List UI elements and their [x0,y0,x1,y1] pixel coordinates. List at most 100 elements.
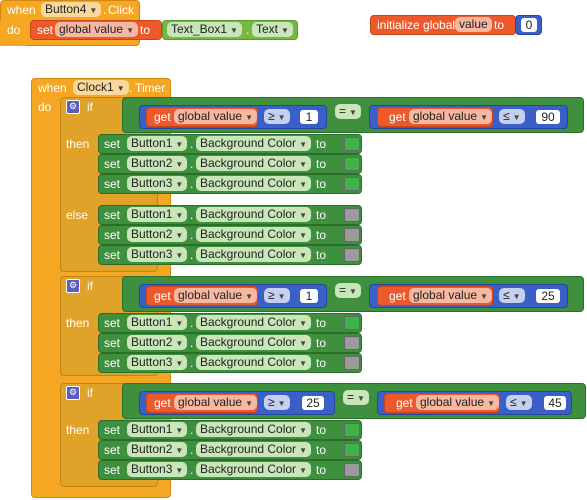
variable-name: global value [420,395,485,409]
gray-color-swatch[interactable] [344,228,360,242]
to-keyword: to [316,208,327,222]
mutator-gear-icon[interactable]: ⚙ [66,100,80,114]
number-field[interactable]: 45 [544,396,566,410]
background-color-dropdown[interactable]: Background Color ▼ [196,462,311,477]
init-number-field[interactable]: 0 [521,18,537,32]
global-var-dropdown[interactable]: global value ▼ [55,22,138,37]
le-operator-dropdown[interactable]: ≤ ▼ [506,395,532,410]
background-color-dropdown[interactable]: Background Color ▼ [196,156,311,171]
button3-dropdown[interactable]: Button3 ▼ [127,247,188,262]
dot: . [190,316,194,330]
gray-color-swatch[interactable] [344,208,360,222]
ge-operator-dropdown[interactable]: ≥ ▼ [264,395,290,410]
gray-color-swatch[interactable] [344,248,360,262]
button3-dropdown[interactable]: Button3 ▼ [127,176,188,191]
property-name: Background Color [200,247,297,261]
button2-dropdown[interactable]: Button2 ▼ [127,335,188,350]
get-keyword: get [154,289,171,303]
button1-dropdown[interactable]: Button1 ▼ [127,136,188,151]
background-color-dropdown[interactable]: Background Color ▼ [196,247,311,262]
background-color-dropdown[interactable]: Background Color ▼ [196,227,311,242]
global-var-dropdown[interactable]: global value ▼ [409,109,492,124]
to-keyword: to [316,177,327,191]
gray-color-swatch[interactable] [344,463,360,477]
number-field[interactable]: 25 [536,289,560,303]
dropdown-arrow-icon: ▼ [299,211,307,220]
green-color-swatch[interactable] [344,316,360,330]
green-color-swatch[interactable] [344,157,360,171]
ge-operator-dropdown[interactable]: ≥ ▼ [264,109,290,124]
set-keyword: set [104,228,121,242]
dropdown-arrow-icon: ▼ [299,140,307,149]
button-name: Button1 [131,207,173,221]
init-keyword: initialize global [377,18,456,32]
dropdown-arrow-icon: ▼ [175,251,184,260]
variable-name: global value [178,288,243,302]
number-field[interactable]: 1 [300,289,318,303]
global-var-dropdown[interactable]: global value ▼ [416,395,499,410]
button2-dropdown[interactable]: Button2 ▼ [127,442,188,457]
dropdown-arrow-icon: ▼ [299,160,307,169]
global-var-dropdown[interactable]: global value ▼ [174,109,257,124]
green-color-swatch[interactable] [344,137,360,151]
equal-operator-dropdown[interactable]: = ▼ [335,283,361,298]
textbox-component-dropdown[interactable]: Text_Box1 ▼ [167,22,242,37]
number-field[interactable]: 1 [300,110,318,124]
number-field[interactable]: 25 [302,396,324,410]
when-keyword: when [38,81,67,95]
event-name: Timer [135,81,166,95]
dropdown-arrow-icon: ▼ [175,426,184,435]
mutator-gear-icon[interactable]: ⚙ [66,386,80,400]
set-keyword: set [37,23,54,37]
button3-dropdown[interactable]: Button3 ▼ [127,355,188,370]
clock1-component-dropdown[interactable]: Clock1 ▼ [73,80,129,95]
background-color-dropdown[interactable]: Background Color ▼ [196,136,311,151]
global-name-field[interactable]: value [455,17,492,32]
operator: ≤ [503,109,510,123]
gray-color-swatch[interactable] [344,356,360,370]
button3-dropdown[interactable]: Button3 ▼ [127,462,188,477]
green-color-swatch[interactable] [344,177,360,191]
background-color-dropdown[interactable]: Background Color ▼ [196,422,311,437]
background-color-dropdown[interactable]: Background Color ▼ [196,335,311,350]
if-keyword: if [87,386,93,400]
set-keyword: set [104,208,121,222]
equal-operator-dropdown[interactable]: = ▼ [343,390,369,405]
dropdown-arrow-icon: ▼ [175,160,184,169]
button2-dropdown[interactable]: Button2 ▼ [127,156,188,171]
then-keyword: then [66,316,90,330]
equal-operator-dropdown[interactable]: = ▼ [335,104,361,119]
ge-operator-dropdown[interactable]: ≥ ▼ [264,288,290,303]
button2-dropdown[interactable]: Button2 ▼ [127,227,188,242]
background-color-dropdown[interactable]: Background Color ▼ [196,315,311,330]
button1-dropdown[interactable]: Button1 ▼ [127,315,188,330]
green-color-swatch[interactable] [344,443,360,457]
property-name: Background Color [200,156,297,170]
background-color-dropdown[interactable]: Background Color ▼ [196,442,311,457]
dropdown-arrow-icon: ▼ [299,319,307,328]
dot: . [190,356,194,370]
background-color-dropdown[interactable]: Background Color ▼ [196,207,311,222]
button1-dropdown[interactable]: Button1 ▼ [127,422,188,437]
get-keyword: get [389,110,406,124]
global-var-dropdown[interactable]: global value ▼ [174,395,257,410]
mutator-gear-icon[interactable]: ⚙ [66,279,80,293]
number-field[interactable]: 90 [536,110,560,124]
set-keyword: set [104,248,121,262]
background-color-dropdown[interactable]: Background Color ▼ [196,176,311,191]
button1-dropdown[interactable]: Button1 ▼ [127,207,188,222]
dropdown-arrow-icon: ▼ [512,113,521,122]
button4-component-dropdown[interactable]: Button4 ▼ [41,2,102,17]
dot: . [190,137,194,151]
dropdown-arrow-icon: ▼ [175,231,184,240]
getter-dot: . [246,23,250,37]
gray-color-swatch[interactable] [344,336,360,350]
text-property-dropdown[interactable]: Text ▼ [252,22,293,37]
le-operator-dropdown[interactable]: ≤ ▼ [499,109,525,124]
background-color-dropdown[interactable]: Background Color ▼ [196,355,311,370]
global-var-dropdown[interactable]: global value ▼ [409,288,492,303]
green-color-swatch[interactable] [344,423,360,437]
le-operator-dropdown[interactable]: ≤ ▼ [499,288,525,303]
global-var-dropdown[interactable]: global value ▼ [174,288,257,303]
dropdown-arrow-icon: ▼ [299,180,307,189]
